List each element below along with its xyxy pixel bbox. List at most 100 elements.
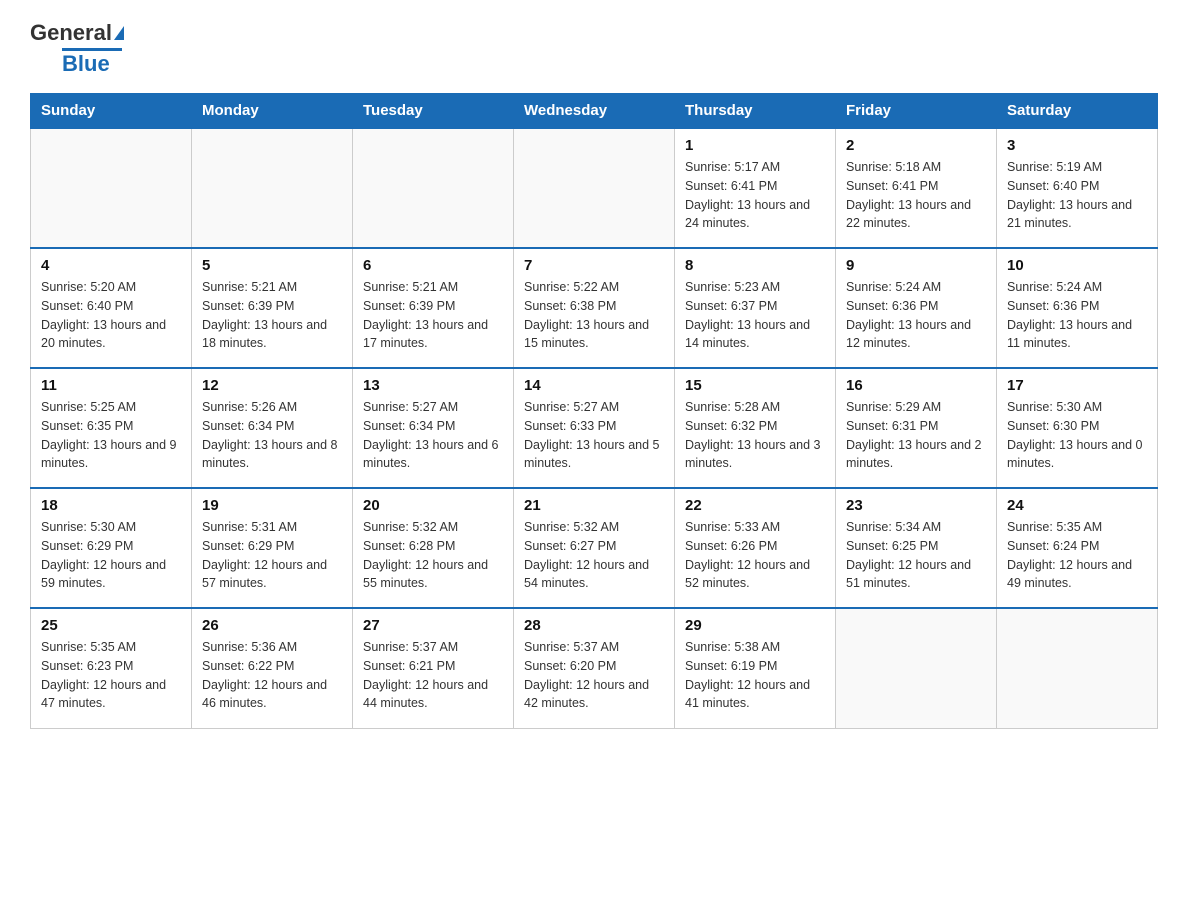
col-header-saturday: Saturday <box>997 94 1158 129</box>
day-number: 16 <box>846 377 986 394</box>
day-number: 9 <box>846 257 986 274</box>
calendar-cell: 4 Sunrise: 5:20 AMSunset: 6:40 PMDaylight… <box>31 248 192 368</box>
day-info: Sunrise: 5:31 AMSunset: 6:29 PMDaylight:… <box>202 518 342 593</box>
day-info: Sunrise: 5:37 AMSunset: 6:21 PMDaylight:… <box>363 638 503 713</box>
day-info: Sunrise: 5:32 AMSunset: 6:27 PMDaylight:… <box>524 518 664 593</box>
logo: General Blue <box>30 20 124 77</box>
day-number: 10 <box>1007 257 1147 274</box>
week-row-5: 25 Sunrise: 5:35 AMSunset: 6:23 PMDayligh… <box>31 608 1158 728</box>
day-number: 27 <box>363 617 503 634</box>
day-number: 6 <box>363 257 503 274</box>
day-info: Sunrise: 5:35 AMSunset: 6:24 PMDaylight:… <box>1007 518 1147 593</box>
day-number: 29 <box>685 617 825 634</box>
day-number: 15 <box>685 377 825 394</box>
day-number: 21 <box>524 497 664 514</box>
calendar-cell: 5 Sunrise: 5:21 AMSunset: 6:39 PMDaylight… <box>192 248 353 368</box>
day-number: 12 <box>202 377 342 394</box>
day-info: Sunrise: 5:37 AMSunset: 6:20 PMDaylight:… <box>524 638 664 713</box>
day-info: Sunrise: 5:19 AMSunset: 6:40 PMDaylight:… <box>1007 158 1147 233</box>
day-number: 5 <box>202 257 342 274</box>
calendar-cell: 27 Sunrise: 5:37 AMSunset: 6:21 PMDayligh… <box>353 608 514 728</box>
calendar-cell: 23Sunrise: 5:34 AMSunset: 6:25 PMDayligh… <box>836 488 997 608</box>
calendar-cell <box>997 608 1158 728</box>
col-header-tuesday: Tuesday <box>353 94 514 129</box>
day-number: 19 <box>202 497 342 514</box>
calendar-cell: 13Sunrise: 5:27 AMSunset: 6:34 PMDayligh… <box>353 368 514 488</box>
calendar-cell: 9 Sunrise: 5:24 AMSunset: 6:36 PMDaylight… <box>836 248 997 368</box>
calendar-cell: 28 Sunrise: 5:37 AMSunset: 6:20 PMDayligh… <box>514 608 675 728</box>
day-number: 20 <box>363 497 503 514</box>
day-info: Sunrise: 5:27 AMSunset: 6:33 PMDaylight:… <box>524 398 664 473</box>
day-info: Sunrise: 5:24 AMSunset: 6:36 PMDaylight:… <box>846 278 986 353</box>
day-info: Sunrise: 5:35 AMSunset: 6:23 PMDaylight:… <box>41 638 181 713</box>
calendar-cell: 22 Sunrise: 5:33 AMSunset: 6:26 PMDayligh… <box>675 488 836 608</box>
calendar-cell: 3Sunrise: 5:19 AMSunset: 6:40 PMDaylight… <box>997 128 1158 248</box>
calendar-cell: 14 Sunrise: 5:27 AMSunset: 6:33 PMDayligh… <box>514 368 675 488</box>
day-info: Sunrise: 5:28 AMSunset: 6:32 PMDaylight:… <box>685 398 825 473</box>
day-info: Sunrise: 5:22 AMSunset: 6:38 PMDaylight:… <box>524 278 664 353</box>
day-number: 1 <box>685 137 825 154</box>
logo-triangle-icon <box>114 26 124 40</box>
day-info: Sunrise: 5:20 AMSunset: 6:40 PMDaylight:… <box>41 278 181 353</box>
day-number: 4 <box>41 257 181 274</box>
day-info: Sunrise: 5:34 AMSunset: 6:25 PMDaylight:… <box>846 518 986 593</box>
calendar-cell: 2 Sunrise: 5:18 AMSunset: 6:41 PMDaylight… <box>836 128 997 248</box>
calendar-cell <box>31 128 192 248</box>
calendar-cell: 19 Sunrise: 5:31 AMSunset: 6:29 PMDayligh… <box>192 488 353 608</box>
calendar-cell <box>836 608 997 728</box>
day-info: Sunrise: 5:17 AMSunset: 6:41 PMDaylight:… <box>685 158 825 233</box>
logo-blue-text: Blue <box>62 51 110 77</box>
calendar-cell: 7 Sunrise: 5:22 AMSunset: 6:38 PMDaylight… <box>514 248 675 368</box>
day-number: 11 <box>41 377 181 394</box>
day-info: Sunrise: 5:30 AMSunset: 6:29 PMDaylight:… <box>41 518 181 593</box>
calendar-cell <box>192 128 353 248</box>
calendar-cell: 11 Sunrise: 5:25 AMSunset: 6:35 PMDayligh… <box>31 368 192 488</box>
week-row-2: 4 Sunrise: 5:20 AMSunset: 6:40 PMDaylight… <box>31 248 1158 368</box>
calendar-header-row: SundayMondayTuesdayWednesdayThursdayFrid… <box>31 94 1158 129</box>
calendar-cell: 25 Sunrise: 5:35 AMSunset: 6:23 PMDayligh… <box>31 608 192 728</box>
col-header-wednesday: Wednesday <box>514 94 675 129</box>
day-info: Sunrise: 5:26 AMSunset: 6:34 PMDaylight:… <box>202 398 342 473</box>
week-row-3: 11 Sunrise: 5:25 AMSunset: 6:35 PMDayligh… <box>31 368 1158 488</box>
day-info: Sunrise: 5:38 AMSunset: 6:19 PMDaylight:… <box>685 638 825 713</box>
day-info: Sunrise: 5:32 AMSunset: 6:28 PMDaylight:… <box>363 518 503 593</box>
day-number: 25 <box>41 617 181 634</box>
calendar-cell: 18Sunrise: 5:30 AMSunset: 6:29 PMDayligh… <box>31 488 192 608</box>
day-number: 8 <box>685 257 825 274</box>
day-info: Sunrise: 5:24 AMSunset: 6:36 PMDaylight:… <box>1007 278 1147 353</box>
calendar-cell: 29 Sunrise: 5:38 AMSunset: 6:19 PMDayligh… <box>675 608 836 728</box>
day-number: 22 <box>685 497 825 514</box>
day-info: Sunrise: 5:23 AMSunset: 6:37 PMDaylight:… <box>685 278 825 353</box>
logo-text: General <box>30 20 112 46</box>
day-info: Sunrise: 5:18 AMSunset: 6:41 PMDaylight:… <box>846 158 986 233</box>
day-number: 7 <box>524 257 664 274</box>
calendar-table: SundayMondayTuesdayWednesdayThursdayFrid… <box>30 93 1158 729</box>
week-row-4: 18Sunrise: 5:30 AMSunset: 6:29 PMDayligh… <box>31 488 1158 608</box>
calendar-cell: 20 Sunrise: 5:32 AMSunset: 6:28 PMDayligh… <box>353 488 514 608</box>
col-header-sunday: Sunday <box>31 94 192 129</box>
day-number: 24 <box>1007 497 1147 514</box>
day-number: 26 <box>202 617 342 634</box>
col-header-monday: Monday <box>192 94 353 129</box>
calendar-cell <box>514 128 675 248</box>
calendar-cell: 26Sunrise: 5:36 AMSunset: 6:22 PMDayligh… <box>192 608 353 728</box>
day-info: Sunrise: 5:21 AMSunset: 6:39 PMDaylight:… <box>202 278 342 353</box>
day-number: 14 <box>524 377 664 394</box>
page-header: General Blue <box>30 20 1158 77</box>
calendar-cell: 12 Sunrise: 5:26 AMSunset: 6:34 PMDayligh… <box>192 368 353 488</box>
day-number: 2 <box>846 137 986 154</box>
week-row-1: 1 Sunrise: 5:17 AMSunset: 6:41 PMDaylight… <box>31 128 1158 248</box>
day-info: Sunrise: 5:29 AMSunset: 6:31 PMDaylight:… <box>846 398 986 473</box>
col-header-friday: Friday <box>836 94 997 129</box>
calendar-cell: 6Sunrise: 5:21 AMSunset: 6:39 PMDaylight… <box>353 248 514 368</box>
calendar-cell: 21 Sunrise: 5:32 AMSunset: 6:27 PMDayligh… <box>514 488 675 608</box>
day-info: Sunrise: 5:25 AMSunset: 6:35 PMDaylight:… <box>41 398 181 473</box>
calendar-cell: 24 Sunrise: 5:35 AMSunset: 6:24 PMDayligh… <box>997 488 1158 608</box>
day-number: 13 <box>363 377 503 394</box>
col-header-thursday: Thursday <box>675 94 836 129</box>
day-info: Sunrise: 5:33 AMSunset: 6:26 PMDaylight:… <box>685 518 825 593</box>
day-info: Sunrise: 5:30 AMSunset: 6:30 PMDaylight:… <box>1007 398 1147 473</box>
day-number: 28 <box>524 617 664 634</box>
calendar-cell: 1 Sunrise: 5:17 AMSunset: 6:41 PMDaylight… <box>675 128 836 248</box>
calendar-cell: 10 Sunrise: 5:24 AMSunset: 6:36 PMDayligh… <box>997 248 1158 368</box>
